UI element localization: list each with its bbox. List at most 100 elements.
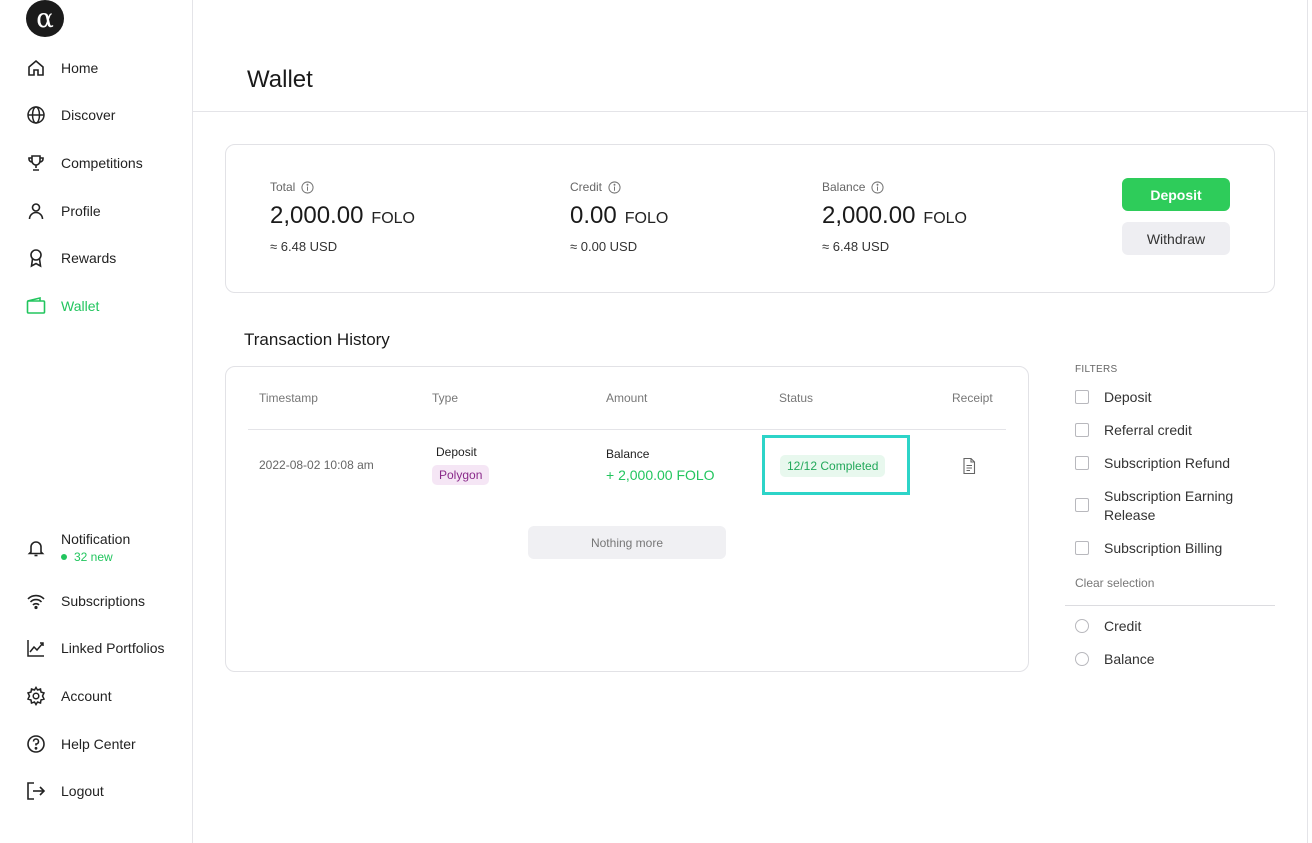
sidebar: α Home Discover Competitions Profile Rew… [0,0,193,843]
row-type: Deposit [436,445,477,459]
notification-count: 32 new [61,550,130,564]
sidebar-item-home[interactable]: Home [26,56,98,80]
balance-label: Balance [822,180,967,194]
checkbox[interactable] [1075,498,1089,512]
sidebar-item-label: Subscriptions [61,593,146,609]
filters-title: FILTERS [1075,364,1118,375]
bell-icon [26,538,46,558]
column-header-timestamp[interactable]: Timestamp [259,391,318,405]
filter-radio-balance[interactable]: Balance [1075,650,1155,669]
credit-amount: 0.00 FOLO [570,202,668,230]
logo-glyph: α [36,3,54,34]
row-amount-label: Balance [606,447,650,461]
trophy-icon [26,153,46,173]
sidebar-item-label: Wallet [61,298,100,314]
nothing-more-indicator: Nothing more [528,526,726,559]
sidebar-item-profile[interactable]: Profile [26,199,101,223]
column-header-receipt: Receipt [952,391,993,405]
sidebar-item-label: Account [61,688,112,704]
sidebar-item-label: Profile [61,203,101,219]
sidebar-item-competitions[interactable]: Competitions [26,151,143,175]
help-circle-icon [26,734,46,754]
checkbox[interactable] [1075,423,1089,437]
credit-label: Credit [570,180,668,194]
filter-deposit[interactable]: Deposit [1075,388,1151,407]
sidebar-item-label: Linked Portfolios [61,640,165,656]
filter-label: Deposit [1104,389,1152,405]
sidebar-item-subscriptions[interactable]: Subscriptions [26,589,145,613]
chart-line-icon [26,638,46,658]
credit-amount-unit: FOLO [624,210,669,227]
wallet-icon [26,296,46,316]
sidebar-item-label: Discover [61,107,116,123]
transaction-history-title: Transaction History [244,330,390,349]
balance-amount-value: 2,000.00 [822,202,916,229]
credit-usd-value: ≈ 0.00 USD [570,239,638,254]
total-usd-value: ≈ 6.48 USD [270,239,338,254]
award-icon [26,248,46,268]
sidebar-item-discover[interactable]: Discover [26,103,115,127]
sidebar-item-account[interactable]: Account [26,684,112,708]
deposit-button[interactable]: Deposit [1122,178,1230,211]
status-badge: 12/12 Completed [780,455,886,477]
credit-stat: Credit 0.00 FOLO ≈ 0.00 USD [570,180,668,254]
sidebar-item-logout[interactable]: Logout [26,779,104,803]
home-icon [26,58,46,78]
notification-count-text: 32 new [74,550,113,564]
total-label-text: Total [270,180,296,194]
document-icon[interactable] [961,457,977,475]
filter-label: Subscription Refund [1104,455,1231,471]
sidebar-item-rewards[interactable]: Rewards [26,246,116,270]
header-divider [193,111,1307,112]
filter-subscription-billing[interactable]: Subscription Billing [1075,539,1222,558]
checkbox[interactable] [1075,541,1089,555]
filter-subscription-refund[interactable]: Subscription Refund [1075,454,1230,473]
total-amount: 2,000.00 FOLO [270,202,415,230]
app-logo[interactable]: α [26,0,64,37]
status-highlight: 12/12 Completed [762,435,910,495]
balance-amount: 2,000.00 FOLO [822,202,967,230]
page-title: Wallet [247,66,313,93]
column-header-type[interactable]: Type [432,391,458,405]
info-icon[interactable] [871,180,884,194]
transaction-history-table: Timestamp Type Amount Status Receipt 202… [225,366,1029,672]
balance-usd-value: ≈ 6.48 USD [822,239,890,254]
radio-button[interactable] [1075,652,1089,666]
balance-amount-unit: FOLO [923,210,967,227]
column-header-status[interactable]: Status [779,391,813,405]
wallet-summary-card: Total 2,000.00 FOLO ≈ 6.48 USD Credit 0.… [225,144,1275,293]
sidebar-item-label: Competitions [61,155,143,171]
sidebar-item-label: Rewards [61,250,117,266]
sidebar-item-wallet[interactable]: Wallet [26,294,99,318]
user-icon [26,201,46,221]
total-stat: Total 2,000.00 FOLO ≈ 6.48 USD [270,180,415,254]
sidebar-item-linked-portfolios[interactable]: Linked Portfolios [26,636,165,660]
clear-selection-link[interactable]: Clear selection [1075,576,1154,590]
info-icon[interactable] [608,180,621,194]
filter-label: Subscription Earning Release [1104,488,1234,523]
sidebar-item-help-center[interactable]: Help Center [26,732,136,756]
radio-button[interactable] [1075,619,1089,633]
globe-icon [26,105,46,125]
filter-label: Referral credit [1104,422,1192,438]
withdraw-button[interactable]: Withdraw [1122,222,1230,255]
logout-icon [26,781,46,801]
filter-referral-credit[interactable]: Referral credit [1075,421,1192,440]
filter-subscription-earning-release[interactable]: Subscription Earning Release [1075,487,1260,525]
balance-label-text: Balance [822,180,866,194]
column-header-amount[interactable]: Amount [606,391,647,405]
sidebar-item-label: Notification [61,531,131,547]
checkbox[interactable] [1075,456,1089,470]
filter-radio-credit[interactable]: Credit [1075,617,1141,636]
sidebar-item-label: Home [61,60,99,76]
total-amount-value: 2,000.00 [270,202,364,229]
gear-icon [26,686,46,706]
checkbox[interactable] [1075,390,1089,404]
info-icon[interactable] [301,180,314,194]
wifi-icon [26,591,46,611]
sidebar-item-notification[interactable]: Notification 32 new [26,531,130,565]
filters-divider [1065,605,1275,606]
total-label: Total [270,180,415,194]
table-header-divider [248,429,1006,430]
credit-label-text: Credit [570,180,603,194]
